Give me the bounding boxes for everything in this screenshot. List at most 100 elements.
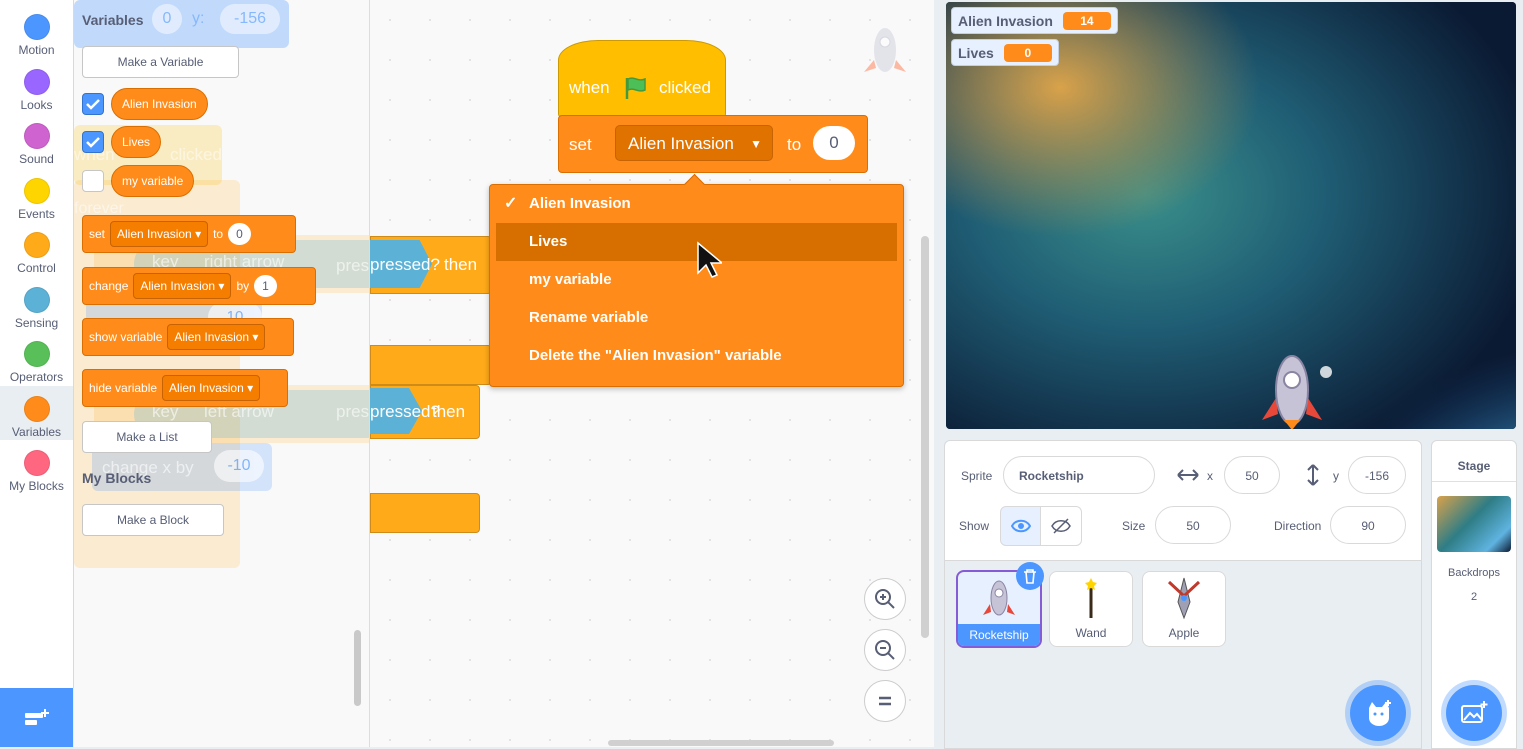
category-label: Looks xyxy=(20,98,53,112)
equals-icon xyxy=(879,696,891,706)
backdrop-add-icon xyxy=(1461,701,1488,723)
backdrop-thumbnail xyxy=(1437,496,1511,552)
set-variable-script-block[interactable]: set Alien Invasion ▼ to 0 xyxy=(558,115,868,173)
sprite-tile-apple[interactable]: Apple xyxy=(1142,571,1226,647)
monitor-value: 14 xyxy=(1062,11,1111,30)
category-my-blocks[interactable]: My Blocks xyxy=(0,440,73,494)
sprite-tile-name: Apple xyxy=(1168,626,1200,640)
sprite-tile-rocketship[interactable]: Rocketship xyxy=(956,562,1044,648)
change-variable-name: Alien Invasion xyxy=(140,279,216,293)
set-value-input[interactable]: 0 xyxy=(228,223,251,245)
variables-section-title: Variables xyxy=(82,12,144,28)
ghost-y-label: y: xyxy=(192,10,205,27)
dropdown-item-delete-variable[interactable]: Delete the "Alien Invasion" variable xyxy=(496,337,897,375)
workspace-horizontal-scrollbar[interactable] xyxy=(608,740,834,746)
set-variable-name: Alien Invasion xyxy=(117,227,192,241)
dropdown-item-label: Lives xyxy=(529,233,568,250)
make-block-button[interactable]: Make a Block xyxy=(82,504,224,536)
variable-reporter-lives[interactable]: Lives xyxy=(111,126,162,158)
show-hidden-button[interactable] xyxy=(1040,506,1082,546)
category-sensing[interactable]: Sensing xyxy=(0,277,73,331)
sprite-info-panel: Sprite Rocketship x 50 y -156 Show Size … xyxy=(944,440,1422,562)
trash-icon xyxy=(1024,569,1036,584)
hide-variable-block[interactable]: hide variable Alien Invasion ▾ xyxy=(82,369,288,407)
variable-reporter-my-variable[interactable]: my variable xyxy=(111,165,195,197)
x-label: x xyxy=(1207,469,1213,483)
my-blocks-dot-icon xyxy=(23,450,50,476)
motion-dot-icon xyxy=(23,14,50,40)
monitor-lives[interactable]: Lives 0 xyxy=(951,39,1059,66)
extension-icon xyxy=(24,708,49,725)
dropdown-item-alien-invasion[interactable]: ✓ Alien Invasion xyxy=(496,185,897,223)
operators-dot-icon xyxy=(23,341,50,367)
category-label: My Blocks xyxy=(9,479,64,493)
change-variable-block[interactable]: change Alien Invasion ▾ by 1 xyxy=(82,267,316,305)
check-icon xyxy=(86,137,100,148)
show-variable-dropdown[interactable]: Alien Invasion ▾ xyxy=(167,324,266,350)
my-blocks-section-title: My Blocks xyxy=(82,470,152,486)
rocketship-thumbnail xyxy=(983,580,1015,616)
set-script-variable-dropdown[interactable]: Alien Invasion ▼ xyxy=(615,125,773,161)
nebula-backdrop xyxy=(946,2,1516,429)
show-variable-block[interactable]: show variable Alien Invasion ▾ xyxy=(82,318,294,356)
backdrops-label: Backdrops xyxy=(1448,567,1500,579)
make-list-button[interactable]: Make a List xyxy=(82,421,212,453)
monitor-alien-invasion[interactable]: Alien Invasion 14 xyxy=(951,7,1118,34)
sprite-tile-wand[interactable]: Wand xyxy=(1049,571,1133,647)
set-script-word: set xyxy=(569,135,592,154)
variable-reporter-alien-invasion[interactable]: Alien Invasion xyxy=(111,88,208,120)
variable-checkbox-my-variable[interactable] xyxy=(82,170,104,192)
sprite-tile-name: Rocketship xyxy=(958,624,1040,646)
change-value-input[interactable]: 1 xyxy=(254,275,277,297)
horizontal-arrows-icon xyxy=(1177,469,1199,481)
cat-add-icon xyxy=(1369,700,1391,726)
vertical-arrows-icon xyxy=(1307,464,1319,486)
dropdown-item-rename-variable[interactable]: Rename variable xyxy=(496,299,897,337)
category-events[interactable]: Events xyxy=(0,168,73,222)
variable-checkbox-lives[interactable] xyxy=(82,131,104,153)
category-variables[interactable]: Variables xyxy=(0,386,73,440)
zoom-out-icon xyxy=(875,640,895,660)
add-extension-button[interactable] xyxy=(0,688,73,747)
set-variable-dropdown[interactable]: Alien Invasion ▾ xyxy=(110,221,209,247)
set-word: set xyxy=(89,227,106,241)
choose-backdrop-button[interactable] xyxy=(1446,685,1502,741)
ghost-pressed-text: pressed? xyxy=(336,256,370,275)
sprite-name-input[interactable]: Rocketship xyxy=(1003,456,1155,494)
then-text-2: then xyxy=(432,402,466,421)
direction-input[interactable]: 90 xyxy=(1330,506,1406,544)
choose-sprite-button[interactable] xyxy=(1350,685,1406,741)
delete-sprite-button[interactable] xyxy=(1016,562,1044,590)
category-looks[interactable]: Looks xyxy=(0,59,73,113)
workspace-vertical-scrollbar[interactable] xyxy=(921,236,929,638)
zoom-reset-button[interactable] xyxy=(864,680,906,722)
when-flag-clicked-block[interactable]: when clicked xyxy=(558,40,726,118)
zoom-out-button[interactable] xyxy=(864,629,906,671)
hide-variable-dropdown[interactable]: Alien Invasion ▾ xyxy=(162,375,261,401)
variable-checkbox-alien-invasion[interactable] xyxy=(82,93,104,115)
size-input[interactable]: 50 xyxy=(1155,506,1231,544)
category-label: Sound xyxy=(19,152,54,166)
show-label: Show xyxy=(959,519,990,533)
category-motion[interactable]: Motion xyxy=(0,4,73,58)
block-palette: 0 y: -156 when clicked forever key right… xyxy=(74,0,370,747)
category-label: Motion xyxy=(18,43,55,57)
zoom-in-button[interactable] xyxy=(864,578,906,620)
show-visible-button[interactable] xyxy=(1000,506,1042,546)
else-arm-block[interactable] xyxy=(370,345,492,385)
change-variable-dropdown[interactable]: Alien Invasion ▾ xyxy=(133,273,232,299)
palette-scrollbar[interactable] xyxy=(354,630,361,706)
rocketship-sprite[interactable] xyxy=(1254,348,1330,429)
variable-dropdown-menu: ✓ Alien Invasion Lives my variable Renam… xyxy=(489,173,904,387)
y-input[interactable]: -156 xyxy=(1348,456,1406,494)
x-input[interactable]: 50 xyxy=(1224,456,1280,494)
forever-end-block[interactable] xyxy=(370,493,480,533)
category-sound[interactable]: Sound xyxy=(0,113,73,167)
stage-canvas[interactable]: Alien Invasion 14 Lives 0 xyxy=(946,2,1516,429)
stage-selector-panel[interactable]: Stage Backdrops 2 xyxy=(1431,440,1517,749)
category-control[interactable]: Control xyxy=(0,222,73,276)
make-variable-button[interactable]: Make a Variable xyxy=(82,46,239,78)
category-operators[interactable]: Operators xyxy=(0,331,73,385)
set-variable-block[interactable]: set Alien Invasion ▾ to 0 xyxy=(82,215,296,253)
set-script-value-input[interactable]: 0 xyxy=(813,126,855,160)
